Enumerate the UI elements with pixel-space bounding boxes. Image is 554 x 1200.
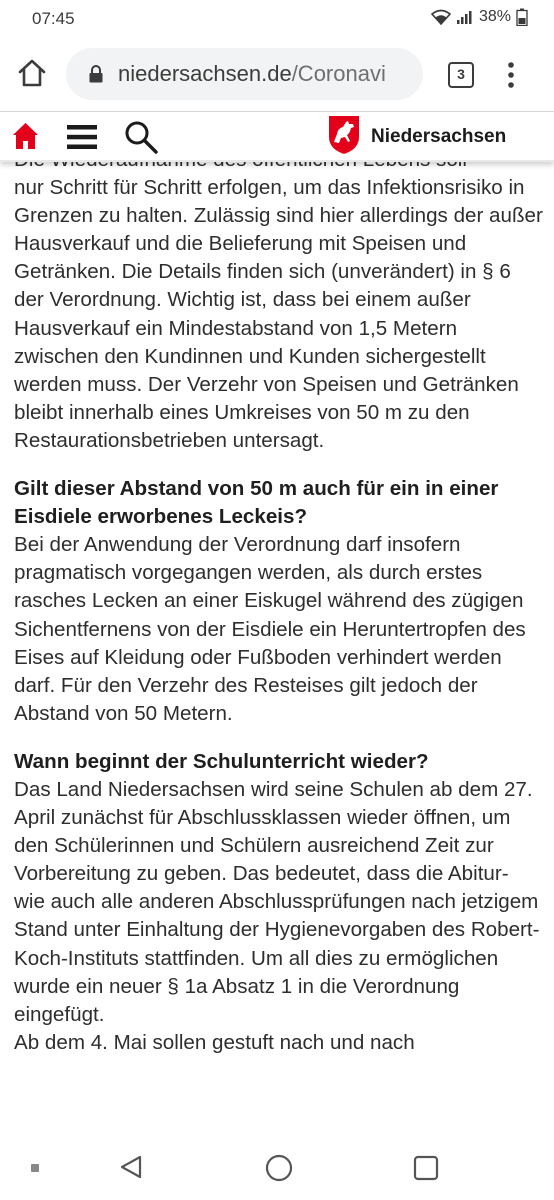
wifi-icon xyxy=(430,9,451,25)
faq-answer-continuation: Ab dem 4. Mai sollen gestuft nach und na… xyxy=(14,1030,415,1054)
intro-paragraph: nur Schritt für Schritt erfolgen, um das… xyxy=(14,176,543,452)
tab-switcher-button[interactable]: 3 xyxy=(448,62,474,88)
url-text: niedersachsen.de/Coronavi xyxy=(118,61,386,87)
lock-icon xyxy=(89,65,103,83)
hamburger-menu-icon[interactable] xyxy=(66,124,98,150)
battery-icon xyxy=(516,8,528,26)
nav-home-icon[interactable] xyxy=(265,1154,293,1182)
status-icons: 38% xyxy=(430,8,528,26)
battery-percent: 38% xyxy=(478,8,511,25)
niedersachsen-horse-logo[interactable] xyxy=(327,115,361,155)
recent-apps-icon[interactable] xyxy=(413,1155,439,1181)
faq-heading-leckeis: Gilt dieser Abstand von 50 m auch für ei… xyxy=(14,477,499,529)
url-path: /Coronavi xyxy=(291,61,386,86)
nav-indicator-icon xyxy=(31,1164,39,1172)
browser-toolbar: niedersachsen.de/Coronavi 3 xyxy=(0,36,554,112)
status-time: 07:45 xyxy=(32,9,75,28)
site-brand-name[interactable]: Niedersachsen xyxy=(371,126,506,148)
signal-icon xyxy=(456,11,472,24)
address-bar[interactable]: niedersachsen.de/Coronavi xyxy=(66,48,423,100)
site-home-icon[interactable] xyxy=(12,122,39,150)
faq-heading-schulunterricht: Wann beginnt der Schulunterricht wieder? xyxy=(14,749,429,773)
status-bar: 07:45 38% xyxy=(0,0,554,36)
faq-answer-schulunterricht: Das Land Niedersachsen wird seine Schule… xyxy=(14,777,540,1026)
more-vert-icon[interactable] xyxy=(505,60,517,90)
system-nav-bar xyxy=(0,1154,554,1200)
intro-partial-line: Die Wiederaufnahme des öffentlichen Lebe… xyxy=(14,162,544,174)
url-domain: niedersachsen.de xyxy=(118,61,292,86)
search-icon[interactable] xyxy=(124,120,158,154)
site-header: Niedersachsen xyxy=(0,112,554,162)
article-viewport[interactable]: Die Wiederaufnahme des öffentlichen Lebe… xyxy=(0,162,554,1162)
back-icon[interactable] xyxy=(118,1154,144,1180)
home-icon[interactable] xyxy=(16,56,48,90)
article-body: Die Wiederaufnahme des öffentlichen Lebe… xyxy=(14,162,544,1057)
faq-answer-leckeis: Bei der Anwendung der Verordnung darf in… xyxy=(14,533,526,725)
